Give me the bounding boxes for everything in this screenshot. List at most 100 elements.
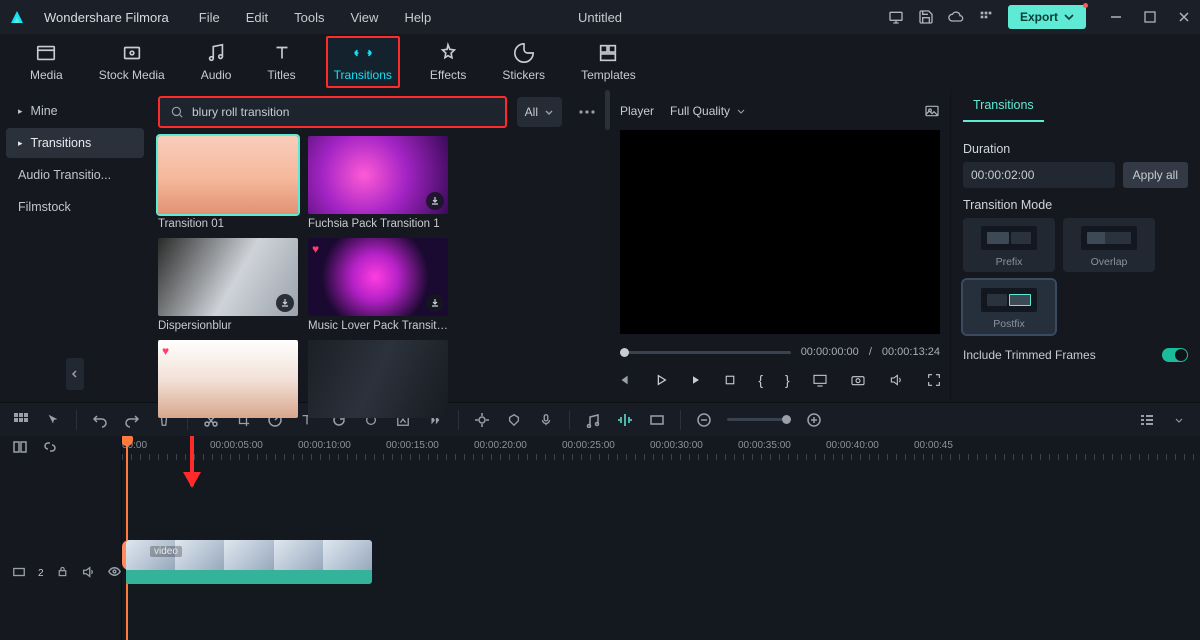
tab-stock-media[interactable]: Stock Media bbox=[93, 38, 171, 86]
ruler-tick: 00:00:20:00 bbox=[474, 440, 527, 451]
tab-media[interactable]: Media bbox=[24, 38, 69, 86]
sidebar-collapse-button[interactable] bbox=[66, 358, 84, 390]
quality-dropdown[interactable]: Full Quality bbox=[670, 104, 746, 118]
sidebar-item-transitions[interactable]: ▸Transitions bbox=[6, 128, 144, 158]
duration-label: Duration bbox=[963, 142, 1188, 156]
camera-icon[interactable] bbox=[850, 372, 866, 388]
mode-label: Transition Mode bbox=[963, 198, 1188, 212]
sidebar-item-filmstock[interactable]: Filmstock bbox=[6, 192, 144, 222]
device-icon[interactable] bbox=[888, 9, 904, 25]
transition-thumb[interactable]: Dispersionblur bbox=[158, 238, 298, 332]
ruler-tick: 00:00:05:00 bbox=[210, 440, 263, 451]
tab-titles[interactable]: Titles bbox=[261, 38, 301, 86]
track-reorder-icon[interactable] bbox=[12, 439, 28, 458]
list-view-icon[interactable] bbox=[1138, 411, 1156, 429]
download-icon[interactable] bbox=[426, 192, 444, 210]
mode-postfix[interactable]: Postfix bbox=[963, 280, 1055, 334]
stop-icon[interactable] bbox=[724, 372, 736, 388]
tab-effects[interactable]: Effects bbox=[424, 38, 472, 86]
menu-edit[interactable]: Edit bbox=[246, 10, 268, 25]
track-number: 2 bbox=[38, 568, 44, 579]
chevron-right-icon: ▸ bbox=[18, 138, 23, 149]
tab-stickers[interactable]: Stickers bbox=[496, 38, 551, 86]
transition-thumb[interactable] bbox=[308, 340, 448, 422]
favorite-icon: ♥ bbox=[162, 344, 169, 358]
track-visibility-icon[interactable] bbox=[107, 564, 122, 582]
search-field[interactable] bbox=[158, 96, 507, 128]
sidebar-item-audio-transitions[interactable]: Audio Transitio... bbox=[6, 160, 144, 190]
menu-file[interactable]: File bbox=[199, 10, 220, 25]
search-input[interactable] bbox=[192, 105, 495, 119]
zoom-out-icon[interactable] bbox=[695, 411, 713, 429]
tab-transitions[interactable]: Transitions bbox=[326, 36, 400, 88]
sidebar-item-mine[interactable]: ▸Mine bbox=[6, 96, 144, 126]
track-mute-icon[interactable] bbox=[81, 565, 95, 582]
video-clip[interactable]: video bbox=[126, 540, 372, 584]
link-icon[interactable] bbox=[42, 439, 58, 458]
apply-all-button[interactable]: Apply all bbox=[1123, 162, 1188, 188]
properties-panel: Transitions Duration 00:00:02:00 Apply a… bbox=[950, 90, 1200, 402]
transition-thumb[interactable]: Transition 01 bbox=[158, 136, 298, 230]
thumb-label: Fuchsia Pack Transition 1 bbox=[308, 218, 448, 230]
transition-thumb[interactable]: Fuchsia Pack Transition 1 bbox=[308, 136, 448, 230]
zoom-in-icon[interactable] bbox=[805, 411, 823, 429]
download-icon[interactable] bbox=[276, 294, 294, 312]
redo-icon[interactable] bbox=[123, 411, 141, 429]
mark-out-icon[interactable]: } bbox=[785, 372, 790, 388]
duration-input[interactable]: 00:00:02:00 bbox=[963, 162, 1115, 188]
export-button[interactable]: Export bbox=[1008, 5, 1086, 29]
time-total: 00:00:13:24 bbox=[882, 346, 940, 358]
window-maximize-icon[interactable] bbox=[1142, 9, 1158, 25]
ruler-tick: 00:00:10:00 bbox=[298, 440, 351, 451]
toolbar-more-icon[interactable] bbox=[1170, 411, 1188, 429]
apps-icon[interactable] bbox=[978, 9, 994, 25]
fullscreen-icon[interactable] bbox=[926, 372, 942, 388]
filter-dropdown[interactable]: All bbox=[517, 97, 562, 127]
save-icon[interactable] bbox=[918, 9, 934, 25]
more-button[interactable] bbox=[572, 97, 602, 127]
snapshot-icon[interactable] bbox=[924, 103, 940, 119]
volume-icon[interactable] bbox=[888, 372, 904, 388]
cloud-icon[interactable] bbox=[948, 9, 964, 25]
properties-tab-transitions[interactable]: Transitions bbox=[963, 90, 1044, 122]
menu-help[interactable]: Help bbox=[404, 10, 431, 25]
play-icon[interactable] bbox=[654, 372, 668, 388]
transition-thumb[interactable]: ♥ bbox=[158, 340, 298, 422]
trimmed-frames-toggle[interactable] bbox=[1162, 348, 1188, 362]
app-name: Wondershare Filmora bbox=[44, 10, 169, 25]
scrollbar[interactable] bbox=[605, 90, 610, 130]
ratio-icon[interactable] bbox=[648, 411, 666, 429]
play-fwd-icon[interactable] bbox=[690, 372, 702, 388]
undo-icon[interactable] bbox=[91, 411, 109, 429]
asset-browser: All Transition 01 Fuchsia Pack Transition… bbox=[150, 90, 610, 402]
transition-thumb[interactable]: ♥Music Lover Pack Transition ... bbox=[308, 238, 448, 332]
menu-view[interactable]: View bbox=[350, 10, 378, 25]
layout-icon[interactable] bbox=[12, 411, 30, 429]
mode-overlap[interactable]: Overlap bbox=[1063, 218, 1155, 272]
window-close-icon[interactable] bbox=[1176, 9, 1192, 25]
cursor-icon[interactable] bbox=[44, 411, 62, 429]
tab-templates[interactable]: Templates bbox=[575, 38, 642, 86]
window-minimize-icon[interactable] bbox=[1108, 9, 1124, 25]
zoom-slider[interactable] bbox=[727, 418, 791, 421]
mark-in-icon[interactable]: { bbox=[758, 372, 763, 388]
mode-prefix[interactable]: Prefix bbox=[963, 218, 1055, 272]
ruler-tick: 00:00:45 bbox=[914, 440, 953, 451]
time-current: 00:00:00:00 bbox=[801, 346, 859, 358]
playhead[interactable] bbox=[126, 436, 128, 640]
ruler-tick: 00:00:40:00 bbox=[826, 440, 879, 451]
tab-audio[interactable]: Audio bbox=[195, 38, 238, 86]
track-icon bbox=[12, 565, 26, 582]
timeline: 2 00:0000:00:05:0000:00:10:0000:00:15:00… bbox=[0, 436, 1200, 640]
prev-frame-icon[interactable] bbox=[618, 372, 632, 388]
seek-bar[interactable] bbox=[620, 351, 791, 354]
video-preview[interactable] bbox=[620, 130, 940, 334]
timeline-tracks[interactable]: 00:0000:00:05:0000:00:10:0000:00:15:0000… bbox=[122, 436, 1200, 640]
display-icon[interactable] bbox=[812, 372, 828, 388]
ruler-tick: 00:00:30:00 bbox=[650, 440, 703, 451]
download-icon[interactable] bbox=[426, 294, 444, 312]
auto-beat-icon[interactable] bbox=[616, 411, 634, 429]
menu-tools[interactable]: Tools bbox=[294, 10, 324, 25]
track-lock-icon[interactable] bbox=[56, 565, 69, 581]
player-label: Player bbox=[620, 104, 654, 118]
